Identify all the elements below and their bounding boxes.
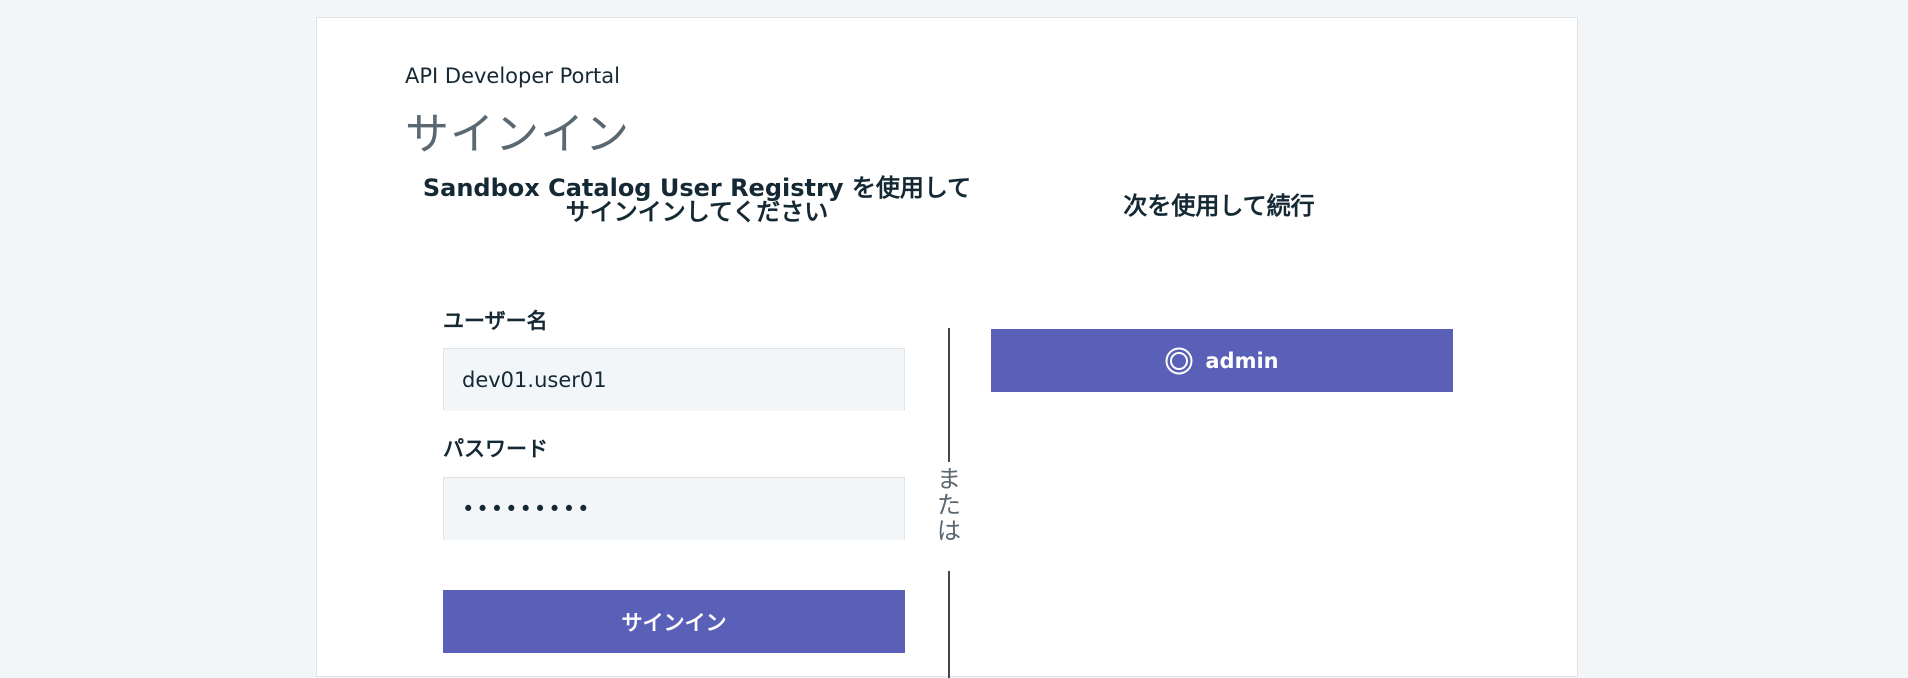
- page-title: サインイン: [405, 109, 630, 160]
- signin-card: API Developer Portal サインイン Sandbox Catal…: [316, 17, 1578, 678]
- external-login-heading: 次を使用して続行: [1123, 192, 1315, 220]
- divider-line-top: [948, 328, 950, 462]
- user-circle-icon: [1165, 347, 1193, 375]
- divider-text: または: [937, 465, 961, 545]
- username-label: ユーザー名: [443, 309, 548, 333]
- password-label: パスワード: [443, 437, 548, 461]
- local-login-heading: Sandbox Catalog User Registry を使用して サインイ…: [417, 176, 977, 224]
- password-input[interactable]: [443, 477, 905, 540]
- local-login-heading-line1: Sandbox Catalog User Registry を使用して: [422, 174, 972, 202]
- admin-provider-button[interactable]: admin: [991, 329, 1453, 392]
- signin-button-label: サインイン: [621, 610, 727, 635]
- username-input[interactable]: [443, 348, 905, 411]
- divider-line-bottom: [948, 571, 950, 678]
- local-login-heading-line2: サインインしてください: [565, 198, 829, 226]
- signin-button[interactable]: サインイン: [443, 590, 905, 653]
- portal-name: API Developer Portal: [405, 64, 620, 88]
- admin-provider-label: admin: [1205, 348, 1279, 373]
